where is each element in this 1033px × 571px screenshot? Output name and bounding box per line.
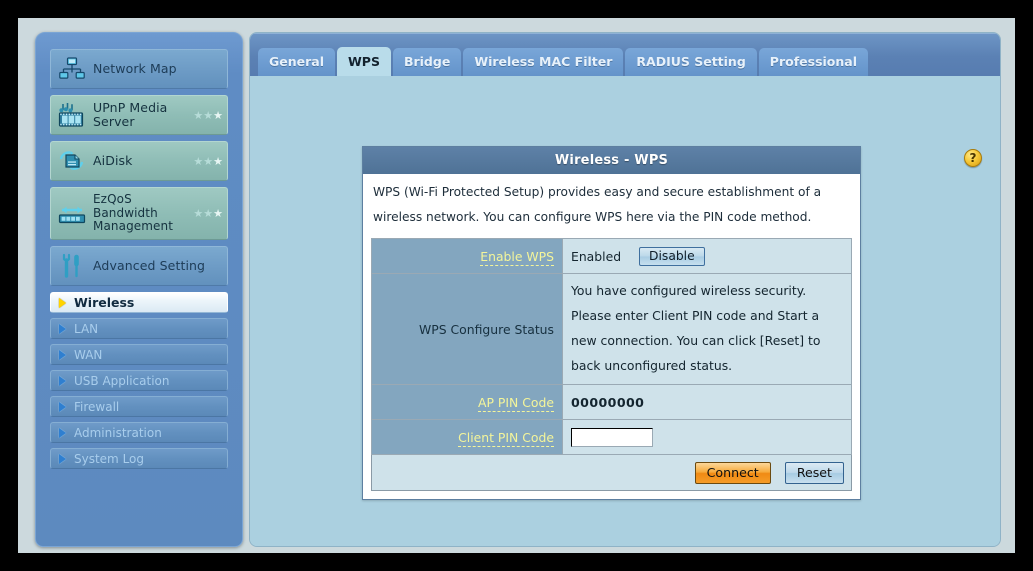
sidebar-item-label: EzQoS Bandwidth Management [93, 193, 185, 234]
connect-button[interactable]: Connect [695, 462, 771, 484]
tools-icon [51, 247, 93, 285]
wps-settings-card: Wireless - WPS WPS (Wi-Fi Protected Setu… [362, 146, 861, 500]
label-wps-configure-status: WPS Configure Status [372, 274, 563, 385]
sidebar-item-usb-application[interactable]: USB Application [50, 370, 228, 391]
label-ap-pin-code-text: AP PIN Code [478, 395, 554, 412]
tab-general[interactable]: General [258, 48, 335, 76]
wps-form-table: Enable WPS Enabled Disable WPS Configure… [371, 238, 852, 455]
aidisk-icon [51, 142, 93, 180]
topbar-hairline [250, 33, 1000, 34]
help-icon[interactable]: ? [964, 149, 982, 167]
sidebar: Network Map [35, 32, 243, 547]
disable-wps-button[interactable]: Disable [639, 247, 705, 266]
caret-right-icon [59, 402, 66, 412]
sidebar-item-label: UPnP Media Server [93, 101, 185, 129]
caret-right-icon [59, 454, 66, 464]
sidebar-subitem-label: Firewall [74, 400, 119, 414]
media-server-icon [51, 96, 93, 134]
sidebar-item-label: Advanced Setting [93, 259, 227, 273]
label-ap-pin-code[interactable]: AP PIN Code [372, 385, 563, 420]
reset-button[interactable]: Reset [785, 462, 844, 484]
sidebar-star-badge: ★★★ [185, 156, 227, 167]
sidebar-item-aidisk[interactable]: AiDisk ★★★ [50, 141, 228, 181]
client-pin-code-input[interactable] [571, 428, 653, 447]
sidebar-subitem-label: USB Application [74, 374, 170, 388]
label-enable-wps[interactable]: Enable WPS [372, 239, 563, 274]
card-footer: Connect Reset [371, 455, 852, 491]
sidebar-subitem-label: Wireless [74, 295, 134, 310]
router-admin-page: Network Map [18, 18, 1015, 553]
network-map-icon [51, 50, 93, 88]
sidebar-item-label: Network Map [93, 62, 227, 76]
sidebar-star-badge: ★★★ [185, 208, 227, 219]
tab-wps[interactable]: WPS [337, 47, 391, 76]
sidebar-subitem-label: System Log [74, 452, 144, 466]
sidebar-subitem-label: WAN [74, 348, 102, 362]
label-client-pin-code-text: Client PIN Code [458, 430, 554, 447]
sidebar-subitem-label: LAN [74, 322, 98, 336]
sidebar-item-firewall[interactable]: Firewall [50, 396, 228, 417]
label-enable-wps-text: Enable WPS [480, 249, 554, 266]
tab-bridge[interactable]: Bridge [393, 48, 461, 76]
sidebar-star-badge: ★★★ [185, 110, 227, 121]
sidebar-item-administration[interactable]: Administration [50, 422, 228, 443]
sidebar-item-wireless[interactable]: Wireless [50, 292, 228, 313]
value-wps-configure-status: You have configured wireless security. P… [563, 274, 852, 385]
tab-radius-setting[interactable]: RADIUS Setting [625, 48, 756, 76]
label-wps-configure-status-text: WPS Configure Status [419, 322, 554, 337]
value-client-pin-code [563, 420, 852, 455]
caret-right-icon [59, 350, 66, 360]
sidebar-item-wan[interactable]: WAN [50, 344, 228, 365]
bandwidth-icon [51, 188, 93, 239]
sidebar-subitem-label: Administration [74, 426, 162, 440]
sidebar-item-upnp-media-server[interactable]: UPnP Media Server ★★★ [50, 95, 228, 135]
sidebar-item-network-map[interactable]: Network Map [50, 49, 228, 89]
sidebar-inner: Network Map [36, 33, 242, 546]
caret-right-icon [59, 324, 66, 334]
main-panel: General WPS Bridge Wireless MAC Filter R… [249, 32, 1001, 547]
content-area: ? Wireless - WPS WPS (Wi-Fi Protected Se… [250, 76, 1000, 546]
caret-right-icon [59, 428, 66, 438]
value-ap-pin-code: 00000000 [563, 385, 852, 420]
label-client-pin-code[interactable]: Client PIN Code [372, 420, 563, 455]
ap-pin-code-value: 00000000 [571, 395, 644, 410]
caret-right-icon [59, 376, 66, 386]
tab-bar: General WPS Bridge Wireless MAC Filter R… [258, 48, 870, 76]
page-title: Wireless - WPS [363, 147, 860, 174]
table-row-enable-wps: Enable WPS Enabled Disable [372, 239, 852, 274]
sidebar-item-system-log[interactable]: System Log [50, 448, 228, 469]
sidebar-item-ezqos-bandwidth-management[interactable]: EzQoS Bandwidth Management ★★★ [50, 187, 228, 240]
sidebar-item-lan[interactable]: LAN [50, 318, 228, 339]
sidebar-item-advanced-setting[interactable]: Advanced Setting [50, 246, 228, 286]
sidebar-item-label: AiDisk [93, 154, 185, 168]
tab-bar-background: General WPS Bridge Wireless MAC Filter R… [250, 33, 1000, 76]
table-row-configure-status: WPS Configure Status You have configured… [372, 274, 852, 385]
caret-right-icon [59, 298, 66, 308]
tab-professional[interactable]: Professional [759, 48, 868, 76]
enable-wps-state: Enabled [571, 249, 621, 264]
table-row-ap-pin-code: AP PIN Code 00000000 [372, 385, 852, 420]
value-enable-wps: Enabled Disable [563, 239, 852, 274]
page-description: WPS (Wi-Fi Protected Setup) provides eas… [363, 174, 860, 238]
table-row-client-pin-code: Client PIN Code [372, 420, 852, 455]
tab-wireless-mac-filter[interactable]: Wireless MAC Filter [463, 48, 623, 76]
